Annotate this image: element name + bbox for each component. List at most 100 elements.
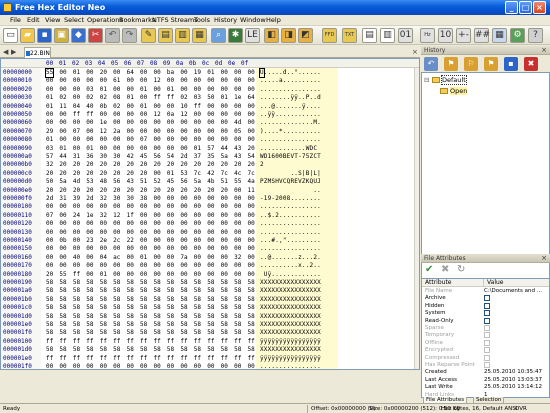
hex-editor-view[interactable]: 00 01 02 03 04 05 06 07 08 09 0a 0b 0c 0d 0e 0f 0000000… xyxy=(0,58,420,370)
row-hex-bytes[interactable]: 58 58 58 58 58 58 58 58 58 58 58 58 58 5… xyxy=(46,346,255,353)
row-hex-bytes[interactable]: 58 58 58 58 58 58 58 58 58 58 58 58 58 5… xyxy=(46,329,255,336)
row-hex-bytes[interactable]: 20 20 20 20 20 20 20 20 20 20 20 20 20 2… xyxy=(46,187,255,194)
minimize-button[interactable]: _ xyxy=(505,1,518,14)
menu-select[interactable]: Select xyxy=(64,16,84,24)
clipboard-icon[interactable]: ▦ xyxy=(192,28,207,43)
row-ascii[interactable]: U.....d..°...... xyxy=(260,69,321,76)
row-ascii[interactable]: ..............M. xyxy=(260,119,321,126)
export-icon[interactable]: ◆ xyxy=(71,28,86,43)
menu-window[interactable]: Window xyxy=(240,16,266,24)
row-hex-bytes[interactable]: 00 00 ff ff 00 00 00 00 12 0a 12 00 00 0… xyxy=(46,111,255,118)
row-ascii[interactable]: ................ xyxy=(260,203,321,210)
row-hex-bytes[interactable]: 58 58 58 58 58 58 58 58 58 58 58 58 58 5… xyxy=(46,279,255,286)
row-ascii[interactable]: ................ xyxy=(260,136,321,143)
close-button[interactable]: × xyxy=(533,1,546,14)
undo-icon[interactable]: ↶ xyxy=(105,28,120,43)
row-ascii[interactable]: ................ xyxy=(260,245,321,252)
row-ascii[interactable]: XXXXXXXXXXXXXXXX xyxy=(260,346,321,353)
row-hex-bytes[interactable]: 00 00 00 00 00 00 00 00 00 00 00 00 00 0… xyxy=(46,262,255,269)
cut-icon[interactable]: ✂ xyxy=(88,28,103,43)
row-hex-bytes[interactable]: 03 01 00 01 00 00 00 00 00 00 00 01 57 4… xyxy=(46,145,255,152)
row-ascii[interactable]: XXXXXXXXXXXXXXXX xyxy=(260,313,321,320)
new-file-icon[interactable]: ▭ xyxy=(3,28,18,43)
row-hex-bytes[interactable]: 55 00 01 00 20 00 64 00 00 ba 00 19 01 0… xyxy=(46,69,255,76)
menu-file[interactable]: File xyxy=(10,16,21,24)
menu-bookmarks[interactable]: Bookmarks xyxy=(119,16,155,24)
row-ascii[interactable]: -19-2008........ xyxy=(260,195,321,202)
row-ascii[interactable]: WD1600BEVT-75ZCT xyxy=(260,153,321,160)
attribute-checkbox[interactable] xyxy=(484,317,490,324)
row-hex-bytes[interactable]: 58 58 58 58 58 58 58 58 58 58 58 58 58 5… xyxy=(46,304,255,311)
value-column-header[interactable]: Value xyxy=(484,279,549,287)
tab-right-icon[interactable]: ▶ xyxy=(11,48,16,56)
refresh-icon[interactable]: ↻ xyxy=(457,264,465,275)
history-back-icon[interactable]: ↶ xyxy=(424,57,438,71)
row-hex-bytes[interactable]: 20 20 20 20 20 20 20 20 00 01 53 7c 42 7… xyxy=(46,170,255,177)
row-ascii[interactable]: ................ xyxy=(260,229,321,236)
binary-icon[interactable]: 10 xyxy=(438,28,453,43)
row-hex-bytes[interactable]: 29 00 07 00 12 2a 00 00 00 00 00 00 00 0… xyxy=(46,128,255,135)
attributes-close-icon[interactable]: × xyxy=(541,254,547,262)
hex-view-icon[interactable]: ▤ xyxy=(362,28,377,43)
row-ascii[interactable]: ÿÿÿÿÿÿÿÿÿÿÿÿÿÿÿÿ xyxy=(260,355,321,362)
menu-tools[interactable]: Tools xyxy=(194,16,210,24)
history-merge-icon[interactable]: ⚑ xyxy=(484,57,498,71)
row-hex-bytes[interactable]: 58 58 58 58 58 58 58 58 58 58 58 58 58 5… xyxy=(46,296,255,303)
row-ascii[interactable]: .. xyxy=(260,187,321,194)
row-hex-bytes[interactable]: 00 00 00 00 00 00 00 00 00 00 00 00 00 0… xyxy=(46,203,255,210)
bookmark-prev-icon[interactable]: ◩ xyxy=(298,28,313,43)
bin-icon[interactable]: 01 xyxy=(398,28,413,43)
row-ascii[interactable]: ..@.......z...2. xyxy=(260,254,321,261)
row-ascii[interactable]: XXXXXXXXXXXXXXXX xyxy=(260,329,321,336)
row-hex-bytes[interactable]: 00 00 00 03 01 00 00 01 00 01 00 00 00 0… xyxy=(46,86,255,93)
row-hex-bytes[interactable]: 58 58 58 58 58 58 58 58 58 58 58 58 58 5… xyxy=(46,313,255,320)
help-icon[interactable]: ? xyxy=(528,28,543,43)
history-node-open[interactable]: Open xyxy=(450,87,468,95)
row-ascii[interactable]: ..$.2........... xyxy=(260,212,321,219)
ffd-icon[interactable]: FFD xyxy=(322,28,337,43)
hex-format-icon[interactable]: ## xyxy=(474,28,490,43)
document-tab[interactable]: 22.BIN xyxy=(24,47,51,58)
history-node-default[interactable]: Default xyxy=(441,75,467,85)
row-ascii[interactable]: .....a.......... xyxy=(260,77,321,84)
history-branch-icon[interactable]: ⚐ xyxy=(464,57,478,71)
close-document-icon[interactable]: × xyxy=(412,48,418,56)
txt-icon[interactable]: TXT xyxy=(342,28,357,43)
row-hex-bytes[interactable]: 57 44 31 36 30 30 42 45 56 54 2d 37 35 5… xyxy=(46,153,255,160)
row-ascii[interactable]: ...@.......ÿ.... xyxy=(260,103,321,110)
row-ascii[interactable]: XXXXXXXXXXXXXXXX xyxy=(260,287,321,294)
redo-icon[interactable]: ↷ xyxy=(122,28,137,43)
maximize-button[interactable]: □ xyxy=(519,1,532,14)
row-ascii[interactable]: 2 xyxy=(260,161,321,168)
tree-expander-icon[interactable]: ⊟ xyxy=(424,76,429,84)
row-ascii[interactable]: XXXXXXXXXXXXXXXX xyxy=(260,296,321,303)
row-hex-bytes[interactable]: 00 00 00 00 00 00 00 00 00 00 00 00 00 0… xyxy=(46,229,255,236)
history-delete-icon[interactable]: ✖ xyxy=(524,57,538,71)
settings-icon[interactable]: ⚙ xyxy=(510,28,525,43)
row-ascii[interactable]: ................ xyxy=(260,220,321,227)
paste-icon[interactable]: ▤ xyxy=(158,28,173,43)
row-hex-bytes[interactable]: 01 11 04 40 0b 02 00 01 00 00 10 ff 00 0… xyxy=(46,103,255,110)
row-hex-bytes[interactable]: 00 00 00 00 00 00 00 00 00 00 00 00 00 0… xyxy=(46,245,255,252)
row-hex-bytes[interactable]: 00 0b 00 23 2e 2c 22 00 00 00 00 00 00 0… xyxy=(46,237,255,244)
menu-ntfs-streams[interactable]: NTFS Streams xyxy=(152,16,198,24)
menu-history[interactable]: History xyxy=(214,16,237,24)
menu-edit[interactable]: Edit xyxy=(27,16,40,24)
row-ascii[interactable]: ................ xyxy=(260,363,321,369)
row-ascii[interactable]: ..ÿÿ............ xyxy=(260,111,321,118)
row-ascii[interactable]: XXXXXXXXXXXXXXXX xyxy=(260,304,321,311)
row-hex-bytes[interactable]: 2d 31 39 2d 32 30 30 38 00 00 00 00 00 0… xyxy=(46,195,255,202)
edit-icon[interactable]: ✎ xyxy=(141,28,156,43)
attribute-checkbox[interactable] xyxy=(484,302,490,309)
row-hex-bytes[interactable]: 00 00 00 00 00 00 00 00 00 00 00 00 00 0… xyxy=(46,220,255,227)
row-ascii[interactable]: XXXXXXXXXXXXXXXX xyxy=(260,321,321,328)
row-ascii[interactable]: ................ xyxy=(260,86,321,93)
menu-help[interactable]: Help xyxy=(266,16,281,24)
row-hex-bytes[interactable]: 07 00 24 1e 32 12 1f 00 00 00 00 00 00 0… xyxy=(46,212,255,219)
apply-check-icon[interactable]: ✔ xyxy=(425,264,433,275)
row-ascii[interactable]: ..S|B|L| xyxy=(260,170,321,177)
attribute-checkbox[interactable] xyxy=(484,295,490,302)
row-hex-bytes[interactable]: ff ff ff ff ff ff ff ff ff ff ff ff ff f… xyxy=(46,355,255,362)
row-ascii[interactable]: ...#.,"......... xyxy=(260,237,321,244)
panel-close-icon[interactable]: × xyxy=(541,46,547,54)
